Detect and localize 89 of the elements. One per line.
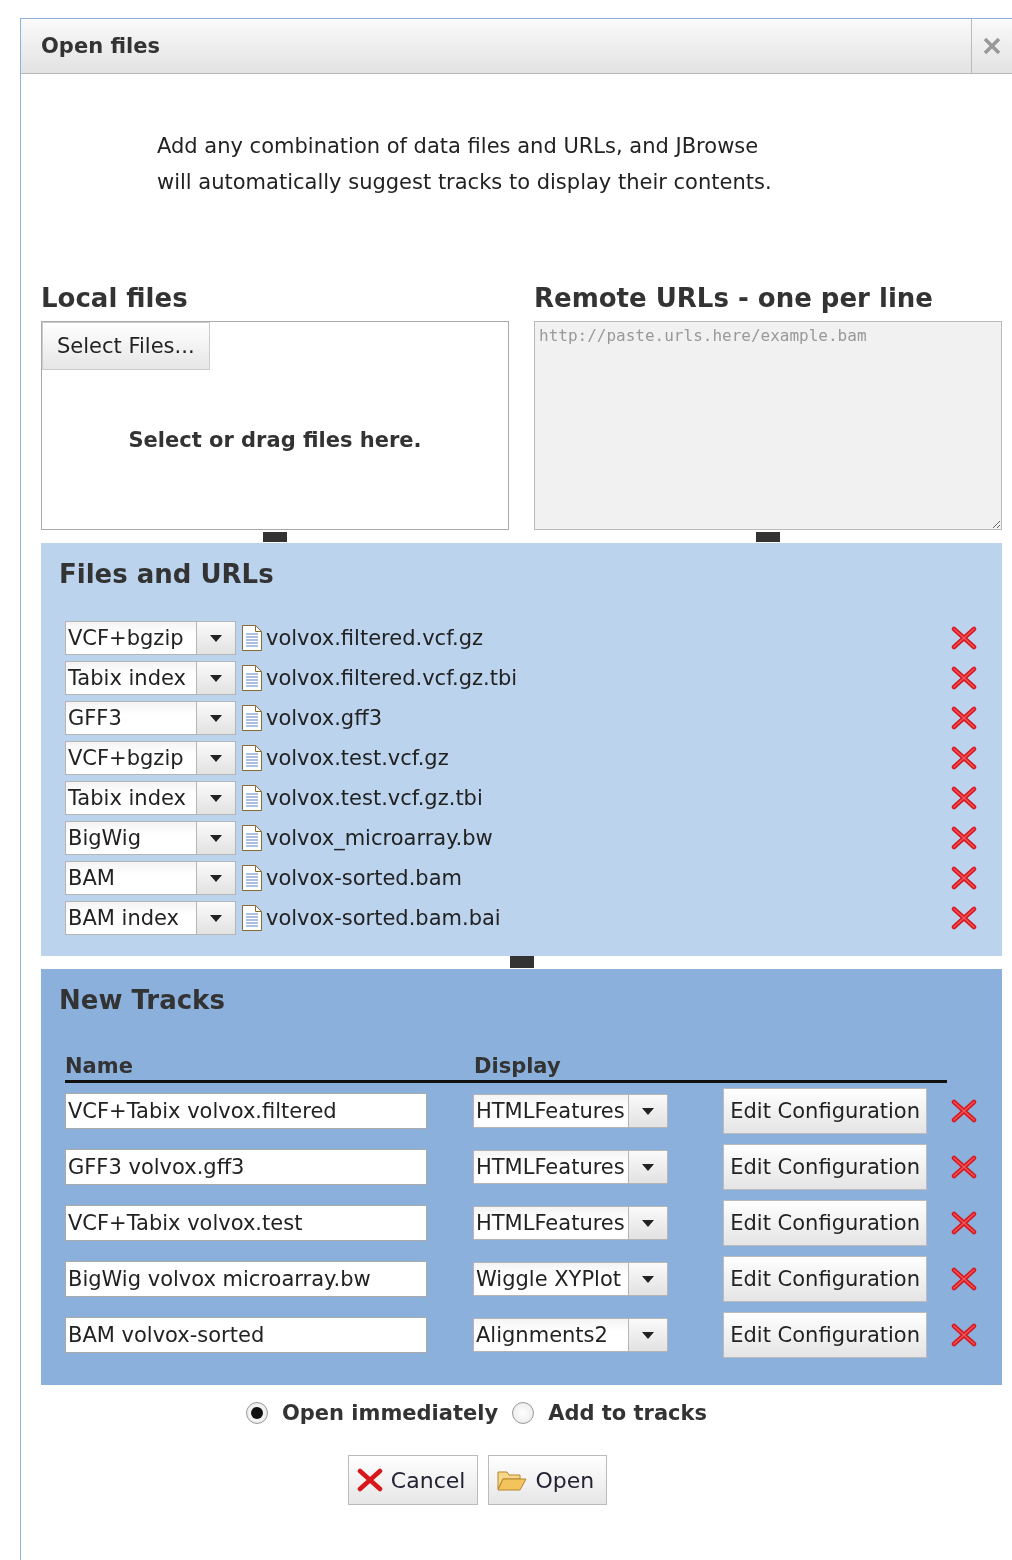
document-icon bbox=[241, 624, 263, 652]
document-icon bbox=[241, 784, 263, 812]
document-icon bbox=[241, 744, 263, 772]
radio-label: Add to tracks bbox=[548, 1401, 708, 1425]
edit-configuration-button[interactable]: Edit Configuration bbox=[723, 1144, 927, 1190]
radio-button[interactable] bbox=[512, 1402, 535, 1424]
file-name: volvox_microarray.bw bbox=[266, 826, 493, 850]
file-name: volvox.test.vcf.gz bbox=[266, 746, 449, 770]
dropdown-arrow-icon bbox=[642, 1331, 654, 1339]
track-name-field[interactable]: BigWig volvox microarray.bw bbox=[65, 1261, 427, 1297]
delete-icon[interactable] bbox=[951, 666, 977, 690]
delete-icon[interactable] bbox=[951, 1267, 977, 1291]
splitter-handle[interactable] bbox=[263, 532, 287, 542]
document-icon bbox=[241, 704, 263, 732]
dropdown-arrow-icon bbox=[210, 914, 222, 922]
delete-icon[interactable] bbox=[951, 746, 977, 770]
edit-configuration-button[interactable]: Edit Configuration bbox=[723, 1200, 927, 1246]
edit-configuration-button[interactable]: Edit Configuration bbox=[723, 1088, 927, 1134]
delete-icon[interactable] bbox=[951, 1099, 977, 1123]
file-name: volvox.test.vcf.gz.tbi bbox=[266, 786, 483, 810]
column-header: Display bbox=[474, 1054, 561, 1078]
edit-configuration-button[interactable]: Edit Configuration bbox=[723, 1312, 927, 1358]
type-select[interactable]: BAM index bbox=[65, 901, 236, 935]
delete-icon[interactable] bbox=[951, 866, 977, 890]
type-select[interactable]: GFF3 bbox=[65, 701, 236, 735]
splitter-handle[interactable] bbox=[756, 532, 780, 542]
section-heading: Local files bbox=[41, 282, 189, 315]
track-name-field[interactable]: BAM volvox-sorted bbox=[65, 1317, 427, 1353]
splitter-handle[interactable] bbox=[509, 956, 534, 968]
dropdown-arrow-icon bbox=[210, 714, 222, 722]
dropdown-arrow-icon bbox=[210, 794, 222, 802]
type-select[interactable]: VCF+bgzip bbox=[65, 621, 236, 655]
delete-icon[interactable] bbox=[951, 1323, 977, 1347]
type-select[interactable]: Tabix index bbox=[65, 781, 236, 815]
select-files-button[interactable]: Select Files... bbox=[42, 322, 210, 370]
intro-text: Add any combination of data files and URLs, and JBrowse will automatically suggest tracks to display their contents. bbox=[157, 133, 773, 196]
delete-icon[interactable] bbox=[951, 826, 977, 850]
delete-icon[interactable] bbox=[951, 1155, 977, 1179]
file-name: volvox.gff3 bbox=[266, 706, 382, 730]
track-name-field[interactable]: VCF+Tabix volvox.filtered bbox=[65, 1093, 427, 1129]
dropdown-arrow-icon bbox=[642, 1275, 654, 1283]
type-select[interactable]: BigWig bbox=[65, 821, 236, 855]
delete-icon[interactable] bbox=[951, 626, 977, 650]
display-select[interactable]: Alignments2 bbox=[473, 1318, 668, 1352]
display-select[interactable]: HTMLFeatures bbox=[473, 1206, 668, 1240]
section-heading: Files and URLs bbox=[59, 558, 275, 591]
column-header: Name bbox=[65, 1054, 134, 1078]
file-name: volvox-sorted.bam bbox=[266, 866, 462, 890]
file-name: volvox.filtered.vcf.gz bbox=[266, 626, 484, 650]
folder-icon bbox=[497, 1469, 528, 1491]
cancel-button[interactable]: Cancel bbox=[347, 1455, 479, 1505]
display-select[interactable]: HTMLFeatures bbox=[473, 1150, 668, 1184]
dropdown-arrow-icon bbox=[210, 834, 222, 842]
dropdown-arrow-icon bbox=[210, 634, 222, 642]
document-icon bbox=[241, 664, 263, 692]
document-icon bbox=[241, 824, 263, 852]
track-name-field[interactable]: VCF+Tabix volvox.test bbox=[65, 1205, 427, 1241]
dropdown-arrow-icon bbox=[210, 874, 222, 882]
display-select[interactable]: Wiggle XYPlot bbox=[473, 1262, 668, 1296]
dialog-title: Open files bbox=[40, 34, 161, 58]
dropdown-arrow-icon bbox=[210, 754, 222, 762]
section-heading: New Tracks bbox=[59, 984, 226, 1017]
delete-icon[interactable] bbox=[951, 786, 977, 810]
dropdown-arrow-icon bbox=[642, 1163, 654, 1171]
document-icon bbox=[241, 904, 263, 932]
section-heading: Remote URLs - one per line bbox=[534, 282, 934, 315]
delete-icon[interactable] bbox=[951, 906, 977, 930]
dropdown-arrow-icon bbox=[642, 1219, 654, 1227]
radio-label: Open immediately bbox=[281, 1401, 499, 1425]
drop-zone[interactable]: Select Files... Select or drag files here. bbox=[41, 321, 509, 530]
type-select[interactable]: Tabix index bbox=[65, 661, 236, 695]
track-name-field[interactable]: GFF3 volvox.gff3 bbox=[65, 1149, 427, 1185]
document-icon bbox=[241, 864, 263, 892]
delete-icon[interactable] bbox=[951, 1211, 977, 1235]
open-button[interactable]: Open bbox=[488, 1455, 608, 1505]
close-icon[interactable] bbox=[983, 37, 1001, 55]
display-select[interactable]: HTMLFeatures bbox=[473, 1094, 668, 1128]
edit-configuration-button[interactable]: Edit Configuration bbox=[723, 1256, 927, 1302]
type-select[interactable]: VCF+bgzip bbox=[65, 741, 236, 775]
urls-field[interactable]: http://paste.urls.here/example.bam bbox=[534, 321, 1002, 530]
dropdown-arrow-icon bbox=[210, 674, 222, 682]
dropdown-arrow-icon bbox=[642, 1107, 654, 1115]
delete-icon[interactable] bbox=[951, 706, 977, 730]
close-icon bbox=[356, 1468, 383, 1492]
drop-hint: Select or drag files here. bbox=[127, 428, 423, 452]
file-name: volvox-sorted.bam.bai bbox=[266, 906, 501, 930]
radio-button[interactable] bbox=[245, 1402, 268, 1424]
file-name: volvox.filtered.vcf.gz.tbi bbox=[266, 666, 518, 690]
type-select[interactable]: BAM bbox=[65, 861, 236, 895]
